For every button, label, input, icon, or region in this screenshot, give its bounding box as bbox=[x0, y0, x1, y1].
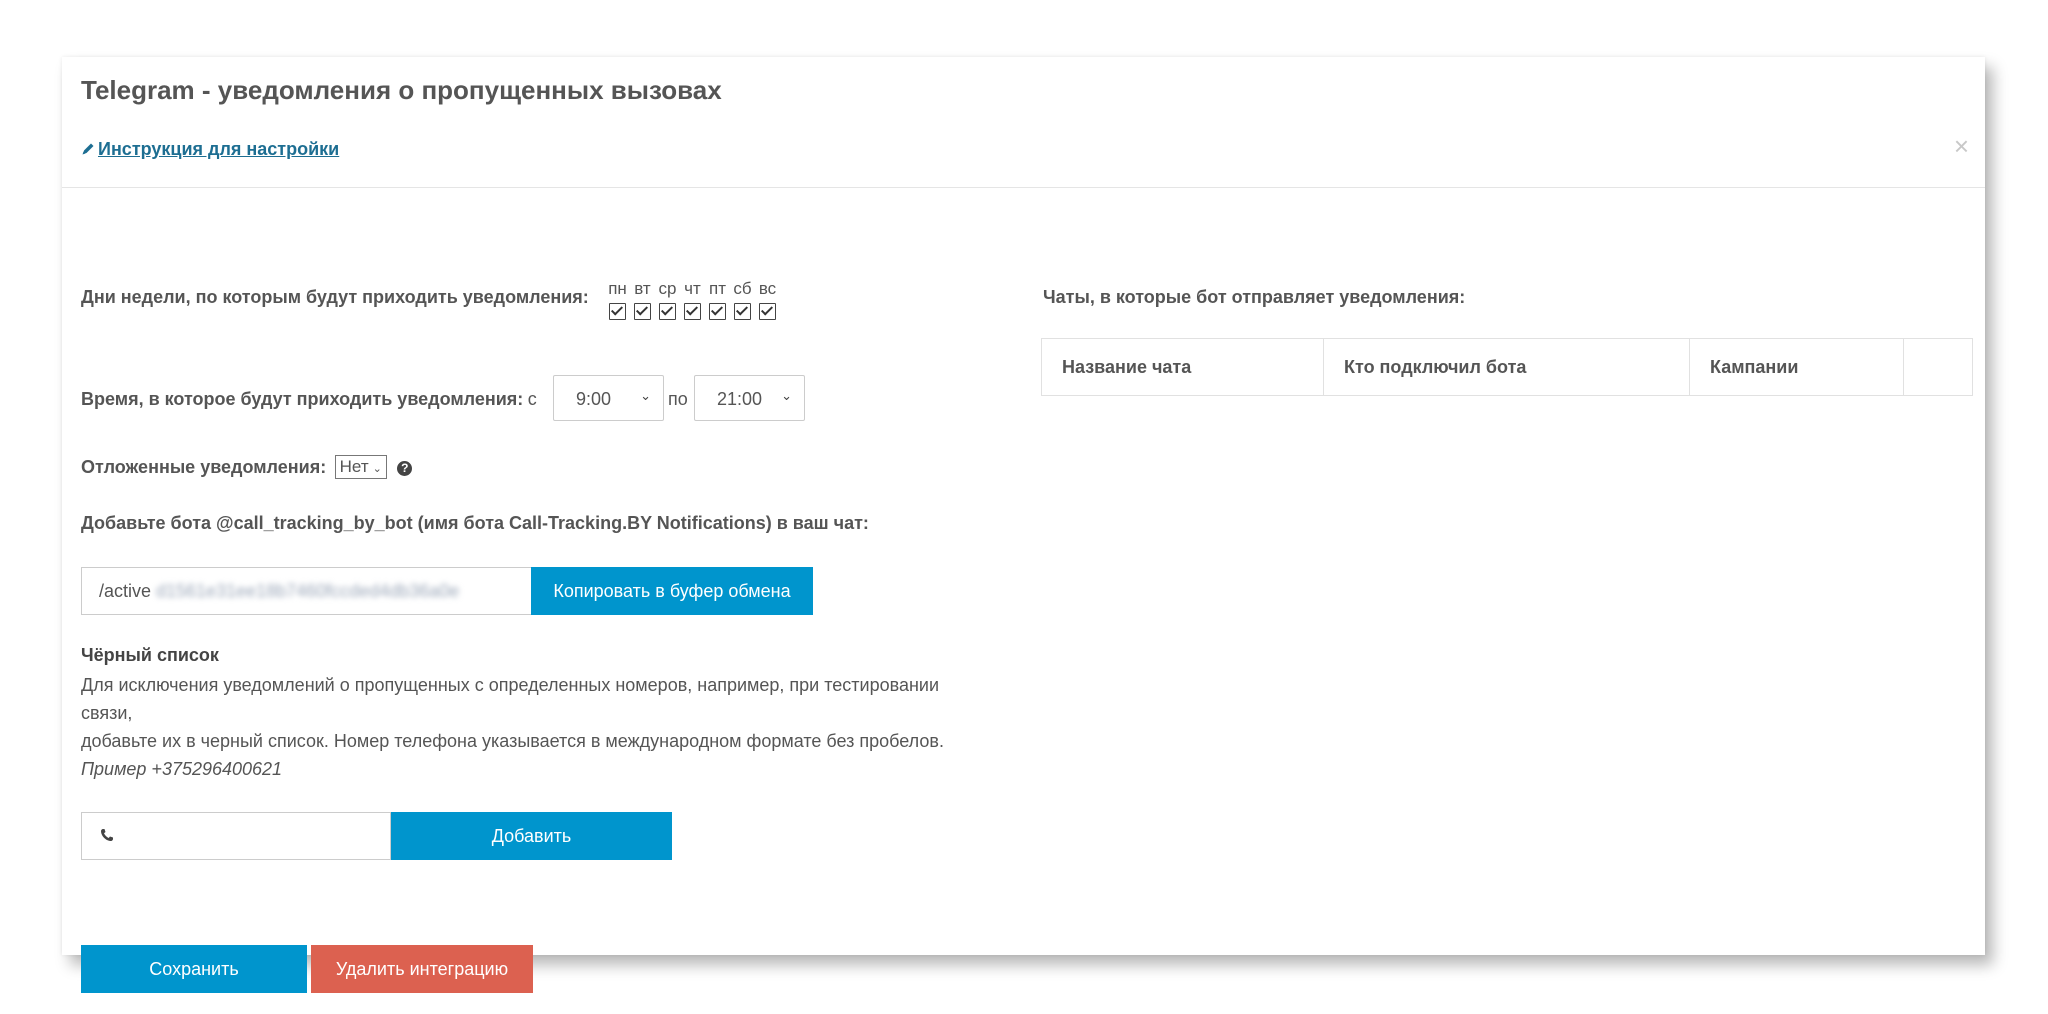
day-checkbox-пн[interactable] bbox=[609, 303, 626, 320]
chats-table: Название чата Кто подключил бота Кампани… bbox=[1041, 338, 1973, 396]
days-of-week-picker: пн вт ср чт пт сб вс bbox=[605, 279, 780, 320]
time-label: Время, в которое будут приходить уведомл… bbox=[81, 389, 524, 409]
bot-command-field[interactable]: /active d1561e31ee18b7460fccded4db36a0e bbox=[81, 567, 531, 615]
delayed-select[interactable]: Нет ⌄ bbox=[334, 455, 387, 479]
time-from-value: 9:00 bbox=[576, 389, 612, 409]
delayed-notifications-row: Отложенные уведомления: Нет ⌄ ? bbox=[81, 455, 413, 479]
question-circle-icon[interactable]: ? bbox=[397, 461, 413, 476]
day-label-ср: ср bbox=[658, 279, 677, 298]
modal-title: Telegram - уведомления о пропущенных выз… bbox=[81, 75, 722, 105]
telegram-settings-modal: Telegram - уведомления о пропущенных выз… bbox=[62, 57, 1985, 993]
column-header-chat-name: Название чата bbox=[1041, 338, 1324, 396]
day-label-сб: сб bbox=[733, 279, 752, 298]
copy-to-clipboard-button[interactable]: Копировать в буфер обмена bbox=[531, 567, 813, 615]
days-label: Дни недели, по которым будут приходить у… bbox=[81, 287, 589, 307]
day-label-вт: вт bbox=[634, 279, 651, 298]
phone-addon bbox=[81, 812, 131, 860]
time-from-word: с bbox=[527, 389, 537, 409]
day-checkbox-пт[interactable] bbox=[709, 303, 726, 320]
day-label-пт: пт bbox=[709, 279, 726, 298]
day-checkbox-чт[interactable] bbox=[684, 303, 701, 320]
day-label-пн: пн bbox=[608, 279, 627, 298]
column-header-connected-by: Кто подключил бота bbox=[1323, 338, 1690, 396]
close-icon[interactable]: × bbox=[1954, 133, 1969, 159]
delayed-value: Нет bbox=[339, 457, 369, 476]
column-header-actions bbox=[1903, 338, 1973, 396]
day-label-чт: чт bbox=[684, 279, 701, 298]
time-to-word: по bbox=[668, 389, 688, 409]
day-label-вс: вс bbox=[758, 279, 777, 298]
column-header-campaigns: Кампании bbox=[1689, 338, 1904, 396]
chats-table-header-row: Название чата Кто подключил бота Кампани… bbox=[1041, 338, 1973, 396]
day-checkbox-вт[interactable] bbox=[634, 303, 651, 320]
blacklist-phone-input[interactable] bbox=[130, 812, 391, 860]
bot-command-prefix: /active bbox=[99, 581, 152, 601]
bot-command-token: d1561e31ee18b7460fccded4db36a0e bbox=[156, 581, 460, 601]
blacklist-line-2: добавьте их в черный список. Номер телеф… bbox=[81, 731, 944, 751]
pencil-icon bbox=[82, 143, 94, 155]
chevron-down-icon: ⌄ bbox=[781, 388, 792, 403]
time-to-select[interactable]: 21:00 ⌄ bbox=[694, 375, 805, 421]
delete-integration-button[interactable]: Удалить интеграцию bbox=[311, 945, 533, 993]
day-checkbox-ср[interactable] bbox=[659, 303, 676, 320]
chevron-down-icon: ⌄ bbox=[640, 388, 651, 403]
chats-title: Чаты, в которые бот отправляет уведомлен… bbox=[1043, 287, 1466, 307]
blacklist-line-1: Для исключения уведомлений о пропущенных… bbox=[81, 675, 940, 723]
phone-icon bbox=[101, 829, 113, 841]
day-checkbox-сб[interactable] bbox=[734, 303, 751, 320]
chevron-down-icon: ⌄ bbox=[372, 463, 382, 475]
save-button[interactable]: Сохранить bbox=[81, 945, 307, 993]
blacklist-title: Чёрный список bbox=[81, 645, 219, 665]
day-checkbox-вс[interactable] bbox=[759, 303, 776, 320]
add-bot-instruction: Добавьте бота @call_tracking_by_bot (имя… bbox=[81, 513, 869, 533]
time-from-select[interactable]: 9:00 ⌄ bbox=[553, 375, 664, 421]
modal-header: Telegram - уведомления о пропущенных выз… bbox=[62, 57, 1985, 188]
blacklist-example: Пример +375296400621 bbox=[81, 759, 283, 779]
instruction-link-label: Инструкция для настройки bbox=[98, 139, 340, 159]
add-to-blacklist-button[interactable]: Добавить bbox=[391, 812, 672, 860]
instruction-link[interactable]: Инструкция для настройки bbox=[81, 139, 339, 160]
time-to-value: 21:00 bbox=[717, 389, 763, 409]
blacklist-description: Для исключения уведомлений о пропущенных… bbox=[81, 671, 991, 783]
delayed-label: Отложенные уведомления: bbox=[81, 457, 327, 477]
